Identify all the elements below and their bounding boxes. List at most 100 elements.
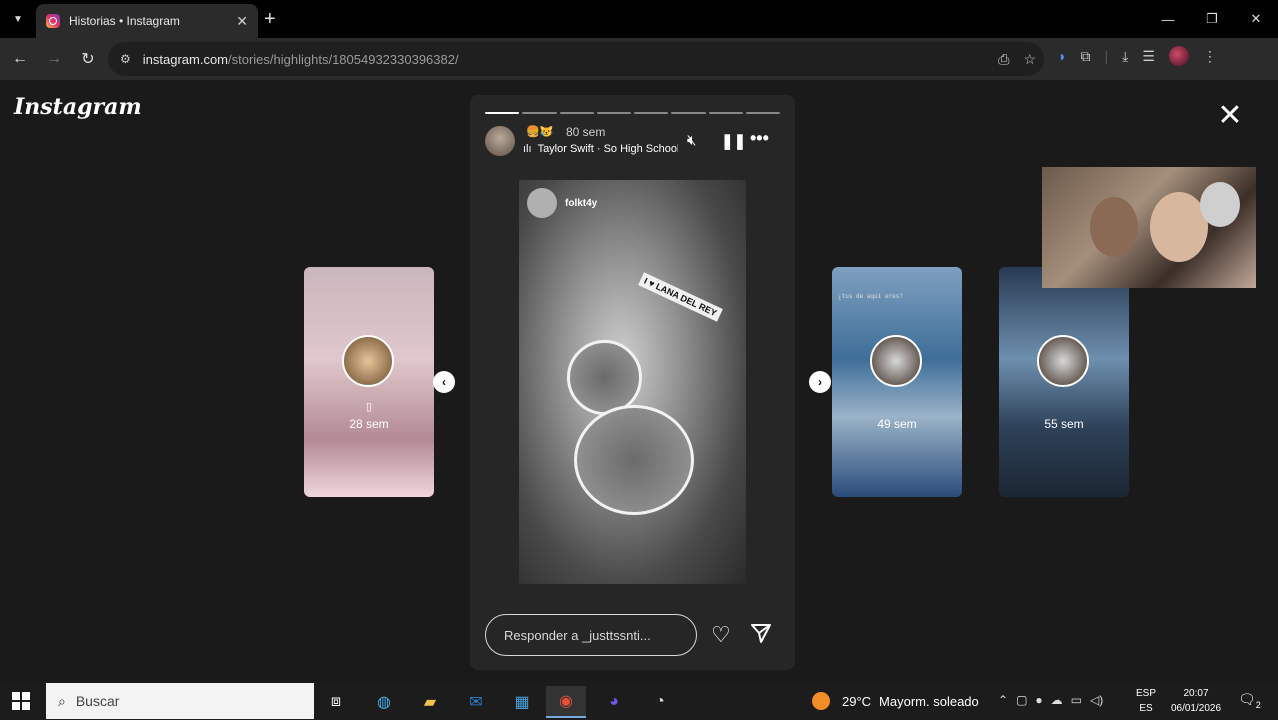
progress-segment [485,112,520,114]
preview-time: 55 sem [1044,417,1084,431]
edge-icon[interactable]: ◍ [364,686,404,718]
bookmark-star-icon[interactable]: ☆ [1023,51,1036,68]
clock-date: 06/01/2026 [1170,703,1222,714]
back-button[interactable]: ← [3,42,37,76]
discord-icon[interactable]: ◕ [594,686,634,718]
restore-button[interactable]: ❐ [1190,0,1234,38]
story-owner-emoji[interactable]: 🍔😿 [526,125,553,138]
address-bar: ← → ↻ ⚙ instagram.com/stories/highlights… [0,38,1278,80]
windows-taskbar: ⌕ Buscar ⧈ ◍ ▰ ✉ ▦ ◉ ◕ ◔ 29°C Mayorm. so… [0,682,1278,720]
more-options-icon[interactable]: ••• [750,128,769,149]
extensions-puzzle-icon[interactable]: ⧉ [1080,48,1090,65]
extension-icon[interactable]: ◗ [1058,48,1066,64]
extension-toolbar: ◗ ⧉ | ⤓ ☰ ⋮ [1058,46,1217,66]
search-icon: ⌕ [58,692,66,709]
picture-in-picture-video[interactable] [1042,167,1256,288]
microsoft-store-icon[interactable]: ▦ [502,686,542,718]
clock-time: 20:07 [1183,688,1209,699]
url-path: /stories/highlights/18054932330396382/ [228,51,459,67]
taskbar-search-input[interactable]: ⌕ Buscar [46,683,314,719]
url-field[interactable]: ⚙ instagram.com/stories/highlights/18054… [108,42,1044,76]
story-viewer[interactable]: 🍔😿 80 sem ılı Taylor Swift · So High Sch… [470,95,795,670]
previous-story-arrow-icon[interactable]: ‹ [433,371,455,393]
site-info-icon[interactable]: ⚙ [120,52,131,66]
language-code: ESP [1136,688,1157,699]
media-user-avatar [527,188,557,218]
video-person [1200,182,1240,227]
install-app-icon[interactable]: ⎙ [998,51,1009,68]
window-controls: — ❐ ✕ [1146,0,1278,38]
mute-icon[interactable]: 🔇︎ [687,132,696,149]
volume-icon[interactable]: ◁) [1090,693,1103,707]
tab-bar: ▼ Historias • Instagram ✕ + — ❐ ✕ [0,0,1278,38]
weather-sun-icon [812,692,830,710]
task-view-icon[interactable]: ⧈ [316,686,356,718]
media-user-tag: folkt4y [527,188,597,218]
close-stories-button[interactable]: ✕ [1216,101,1244,131]
music-title: Taylor Swift · So High School [537,143,678,155]
music-attribution[interactable]: ılı Taylor Swift · So High School [523,143,678,155]
file-explorer-icon[interactable]: ▰ [410,686,450,718]
profile-avatar[interactable] [1168,46,1189,66]
menu-dots-icon[interactable]: ⋮ [1203,48,1217,65]
app-icon[interactable]: ◔ [640,686,680,718]
start-button[interactable] [12,692,30,710]
next-story-preview-2[interactable]: 55 sem [999,267,1129,497]
next-story-arrow-icon[interactable]: › [809,371,831,393]
cloud-icon[interactable]: ☁ [1051,693,1063,707]
tab-search-button[interactable]: ▼ [0,0,36,38]
tab-title: Historias • Instagram [69,14,180,28]
page-scrollbar[interactable] [1270,80,1278,682]
bowl-shape [574,405,694,515]
chrome-icon[interactable]: ◉ [546,686,586,718]
preview-time: 49 sem [877,417,917,431]
notification-count: 2 [1255,699,1261,710]
progress-segment [522,112,557,114]
network-icon[interactable]: ▭ [1071,693,1082,707]
language-indicator[interactable]: ESP ES [1136,686,1156,716]
story-progress-bar [485,112,780,114]
microphone-icon[interactable]: ● [1035,693,1042,707]
url-host: instagram.com [142,51,229,67]
story-image: I ♥ LANA DEL REY folkt4y [519,180,746,584]
taskbar-clock[interactable]: 20:07 06/01/2026 [1166,686,1226,716]
progress-segment [634,112,669,114]
url-text: instagram.com/stories/highlights/1805493… [143,52,459,67]
system-tray: ⌃ ▢ ● ☁ ▭ ◁) [998,693,1103,707]
like-heart-icon[interactable]: ♡ [711,622,731,648]
close-window-button[interactable]: ✕ [1234,0,1278,38]
minimize-button[interactable]: — [1146,0,1190,38]
reply-input[interactable]: Responder a _justtssnti... [485,614,697,656]
keyboard-layout: ES [1139,703,1153,714]
story-owner-avatar[interactable] [485,126,515,156]
instagram-stories-page: Instagram ✕ ▯ 28 sem ‹ 🍔😿 80 sem ılı Tay… [0,80,1270,682]
preview-time: 28 sem [349,417,389,431]
instagram-favicon-icon [46,14,60,28]
previous-story-preview[interactable]: ▯ 28 sem [304,267,434,497]
instagram-logo[interactable]: Instagram [14,94,142,120]
notifications-icon[interactable]: 🗨︎2 [1238,691,1261,710]
media-control-icon[interactable]: ☰ [1142,48,1155,65]
media-username: folkt4y [565,197,598,209]
browser-tab[interactable]: Historias • Instagram ✕ [36,4,258,38]
story-time: 80 sem [566,125,606,139]
tray-chevron-icon[interactable]: ⌃ [998,693,1008,707]
reload-button[interactable]: ↻ [71,42,105,76]
weather-widget[interactable]: 29°C Mayorm. soleado [812,682,979,720]
forward-button[interactable]: → [37,42,71,76]
pause-icon[interactable]: ❚❚ [721,132,746,150]
next-story-preview[interactable]: ¿tus de aquí eres? 49 sem [832,267,962,497]
tray-app-icon[interactable]: ▢ [1016,693,1027,707]
outlook-icon[interactable]: ✉ [456,686,496,718]
downloads-icon[interactable]: ⤓ [1122,48,1128,65]
progress-segment [671,112,706,114]
send-direct-icon[interactable] [750,622,772,649]
preview-icon: ▯ [365,401,373,413]
preview-top-text: ¿tus de aquí eres? [838,293,904,300]
tab-close-icon[interactable]: ✕ [236,13,248,30]
lana-sign: I ♥ LANA DEL REY [638,272,723,322]
music-bars-icon: ılı [523,143,532,155]
preview-avatar [1037,335,1089,387]
weather-desc: Mayorm. soleado [879,693,979,709]
new-tab-button[interactable]: + [264,8,276,31]
